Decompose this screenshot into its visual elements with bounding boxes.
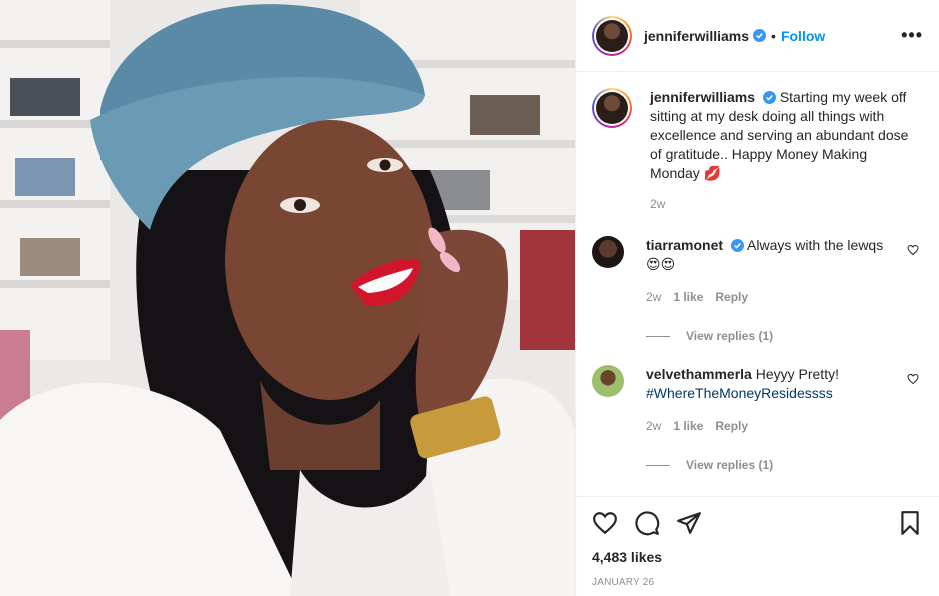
comment-item: tiarramonet Always with the lewqs 😍😍 2w … [592, 236, 923, 307]
view-replies-label: View replies (1) [686, 458, 774, 472]
view-replies-button[interactable]: View replies (1) [646, 329, 923, 343]
post-image [0, 0, 575, 596]
comment-likes[interactable]: 1 like [673, 288, 703, 307]
comment-time[interactable]: 2w [646, 417, 661, 436]
caption-time[interactable]: 2w [650, 195, 910, 214]
post-side-panel: jenniferwilliams • Follow ••• jenniferwi… [575, 0, 939, 596]
verified-badge-icon [753, 29, 767, 42]
comments-section[interactable]: jenniferwilliams Starting my week off si… [576, 72, 939, 496]
hashtag-link[interactable]: #WhereTheMoneyResidessss [646, 385, 833, 401]
paper-plane-icon[interactable] [676, 510, 702, 536]
comment-bubble-icon[interactable] [634, 510, 660, 536]
caption-author-avatar[interactable] [592, 88, 632, 128]
reply-button[interactable]: Reply [715, 417, 748, 436]
post-actions-area: 4,483 likes JANUARY 26 [576, 496, 939, 596]
commenter-avatar[interactable] [592, 365, 624, 397]
comment-like-heart-icon[interactable] [907, 244, 919, 256]
commenter-username[interactable]: tiarramonet [646, 237, 723, 253]
heart-icon[interactable] [592, 510, 618, 536]
caption-username[interactable]: jenniferwilliams [650, 89, 755, 105]
action-bar [592, 497, 923, 549]
more-options-icon[interactable]: ••• [901, 25, 923, 46]
follow-button[interactable]: Follow [781, 28, 825, 44]
post-header: jenniferwilliams • Follow ••• [576, 0, 939, 72]
reply-button[interactable]: Reply [715, 288, 748, 307]
author-avatar[interactable] [592, 15, 632, 56]
comment-time[interactable]: 2w [646, 288, 661, 307]
view-replies-button[interactable]: View replies (1) [646, 458, 923, 472]
bookmark-icon[interactable] [897, 510, 923, 536]
comment-item: velvethammerla Heyyy Pretty! #WhereTheMo… [592, 365, 923, 436]
verified-badge-icon [730, 239, 744, 252]
comment-text: Heyyy Pretty! [755, 366, 839, 382]
post-caption: jenniferwilliams Starting my week off si… [592, 88, 923, 214]
verified-badge-icon [762, 91, 776, 104]
comment-like-heart-icon[interactable] [907, 373, 919, 385]
view-replies-label: View replies (1) [686, 329, 774, 343]
author-username[interactable]: jenniferwilliams [644, 28, 749, 44]
post-date[interactable]: JANUARY 26 [592, 577, 923, 588]
post-photo[interactable] [0, 0, 575, 596]
commenter-username[interactable]: velvethammerla [646, 366, 752, 382]
comment-likes[interactable]: 1 like [673, 417, 703, 436]
separator-dot: • [771, 27, 776, 44]
commenter-avatar[interactable] [592, 236, 624, 268]
instagram-post: jenniferwilliams • Follow ••• jenniferwi… [0, 0, 939, 596]
likes-count[interactable]: 4,483 likes [592, 549, 923, 565]
